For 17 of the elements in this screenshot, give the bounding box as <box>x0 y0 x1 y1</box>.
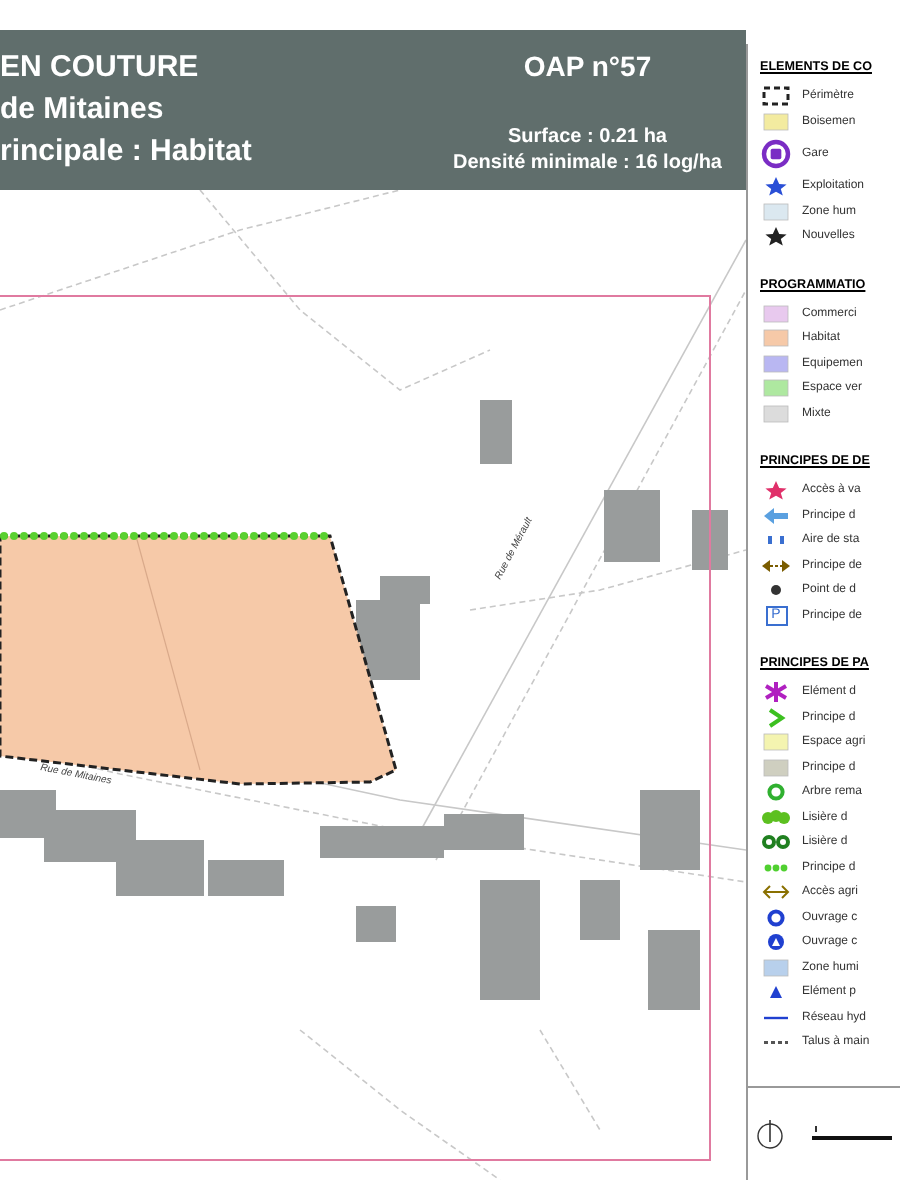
building-shape <box>580 880 620 940</box>
surface-text: Surface : 0.21 ha <box>506 126 669 148</box>
building-shape <box>640 790 700 870</box>
title-text: rincipale : Habitat <box>0 134 252 168</box>
building-shape <box>648 930 700 1010</box>
oap-number: OAP n°57 <box>523 50 652 82</box>
building-shape <box>480 880 540 1000</box>
building-shape <box>480 400 512 464</box>
title-text: de Mitaines <box>0 92 166 126</box>
building-shape <box>604 490 660 562</box>
scale-bar-drawing <box>812 1126 892 1142</box>
building-shape <box>208 860 284 896</box>
building-shape <box>692 510 728 570</box>
building-shape <box>116 840 204 896</box>
title-text: EN COUTURE <box>0 50 201 84</box>
building-shape <box>356 906 396 942</box>
density-text: Densité minimale : 16 log/ha <box>453 152 722 174</box>
